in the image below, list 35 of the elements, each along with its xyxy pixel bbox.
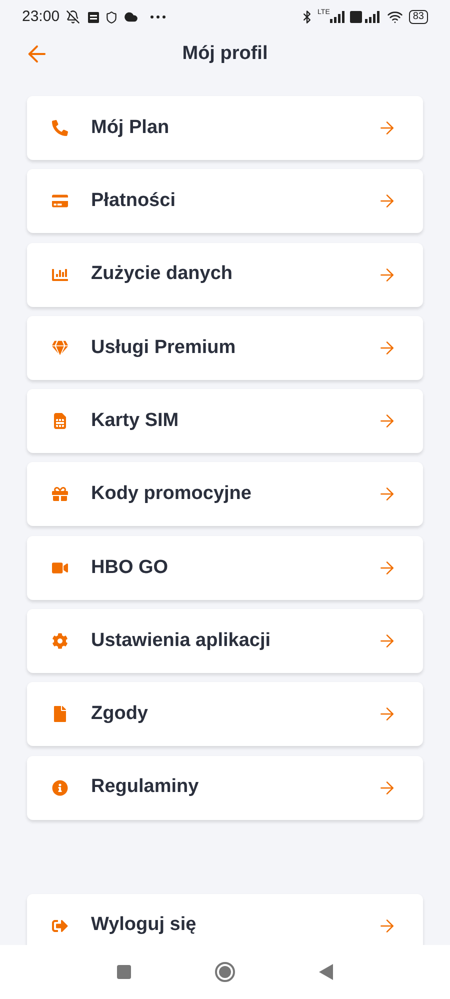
gift-icon [52,486,68,502]
menu-item[interactable]: Zgody [27,682,423,746]
menu-item[interactable]: Regulaminy [27,756,423,820]
settings-icon [52,633,68,650]
wifi-icon [386,9,403,25]
menu-item[interactable]: Usługi Premium [27,316,423,380]
video-camera-icon [52,560,68,576]
notification-icon [88,12,99,22]
menu-item[interactable]: Płatności [27,169,423,234]
muted-bell-icon [66,10,80,24]
diamond-icon [52,340,68,356]
menu-item[interactable]: Kody promocyjne [27,462,423,526]
more-icon [150,15,166,19]
page-title: Mój profil [182,42,268,66]
phone-icon [52,120,68,136]
logout-icon [52,918,68,934]
menu-item[interactable]: Mój Plan [27,96,423,160]
signal-icon [364,11,381,23]
menu-item[interactable]: Karty SIM [27,389,423,454]
shield-icon [104,10,118,24]
menu-item[interactable]: Wyloguj się [27,894,423,945]
home-button[interactable] [215,962,235,982]
menu-item[interactable]: Zużycie danych [27,242,423,307]
credit-card-icon [52,193,68,210]
info-icon [52,780,68,796]
menu-item[interactable]: Ustawienia aplikacji [27,609,423,674]
back-triangle-button[interactable] [319,964,333,980]
battery-indicator: 83 [408,10,428,24]
document-icon [52,706,68,722]
menu-item[interactable]: HBO GO [27,536,423,600]
bar-chart-icon [52,266,68,283]
cloud-icon [124,10,138,24]
status-time: 23:00 [22,6,60,27]
sim-card-icon [52,413,68,430]
signal-icon [330,11,346,23]
